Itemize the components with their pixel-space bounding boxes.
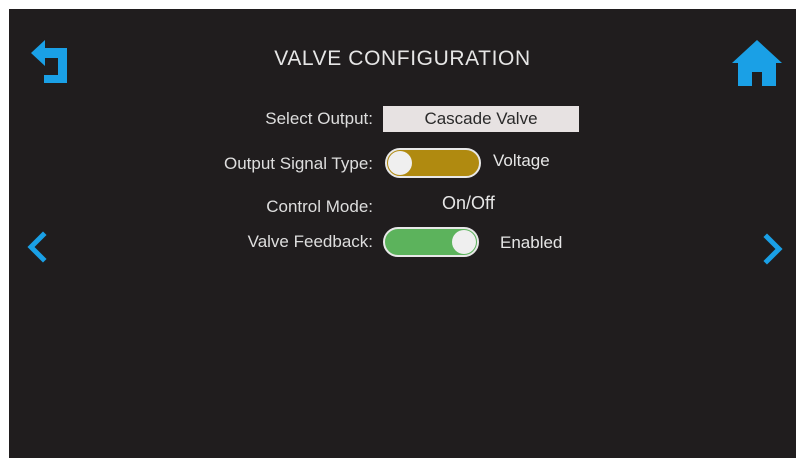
next-page-button[interactable]: [759, 233, 787, 265]
previous-page-button[interactable]: [23, 231, 51, 263]
control-mode-value: On/Off: [442, 193, 495, 213]
chevron-left-icon: [27, 231, 47, 263]
output-signal-type-value: Voltage: [493, 151, 550, 170]
output-signal-type-toggle[interactable]: [385, 148, 481, 178]
home-icon: [732, 40, 782, 86]
page-title: VALVE CONFIGURATION: [274, 47, 531, 70]
toggle-knob: [388, 151, 412, 175]
select-output-dropdown[interactable]: Cascade Valve: [383, 106, 579, 132]
select-output-label: Select Output:: [265, 109, 373, 128]
chevron-right-icon: [763, 233, 783, 265]
valve-configuration-screen: VALVE CONFIGURATION Select Output: Casca…: [9, 9, 796, 458]
home-button[interactable]: [731, 37, 783, 89]
valve-feedback-toggle[interactable]: [383, 227, 479, 257]
control-mode-label: Control Mode:: [266, 197, 373, 216]
toggle-knob: [452, 230, 476, 254]
valve-feedback-value: Enabled: [500, 233, 563, 252]
output-signal-type-label: Output Signal Type:: [223, 154, 373, 173]
valve-feedback-label: Valve Feedback:: [247, 232, 373, 251]
